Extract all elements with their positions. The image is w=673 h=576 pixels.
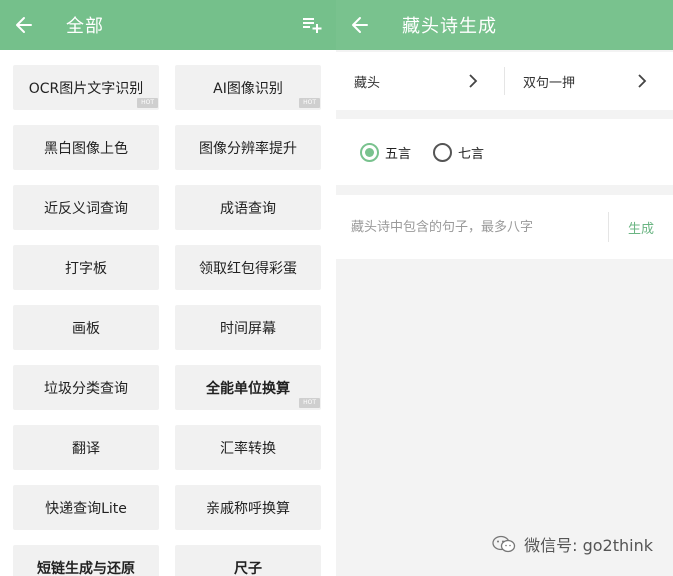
- tool-tile-label: 尺子: [234, 560, 262, 576]
- tool-tile[interactable]: 画板: [13, 305, 159, 350]
- tool-tile[interactable]: 亲戚称呼换算: [175, 485, 321, 530]
- selector-label: 藏头: [354, 75, 381, 91]
- tool-tile[interactable]: 快递查询Lite: [13, 485, 159, 530]
- radio-unchecked-icon: [433, 142, 453, 162]
- tool-tile[interactable]: 成语查询: [175, 185, 321, 230]
- input-row: 生成: [336, 195, 673, 259]
- radio-checked-icon: [360, 142, 379, 162]
- selector-label: 双句一押: [523, 75, 576, 91]
- tool-tile-label: 领取红包得彩蛋: [199, 260, 297, 277]
- tool-tile-label: 图像分辨率提升: [199, 140, 297, 157]
- option-selector-row: 藏头 双句一押: [336, 52, 673, 110]
- tool-tile-label: 时间屏幕: [220, 320, 276, 337]
- tool-tile-label: 快递查询Lite: [45, 500, 127, 517]
- tool-grid: OCR图片文字识别 HOT AI图像识别 HOT 黑白图像上色 图像分辨率提升 近反义词查询…: [13, 65, 321, 576]
- hot-badge: HOT: [299, 98, 320, 108]
- tool-tile-label: 短链生成与还原: [37, 560, 135, 576]
- tool-tile[interactable]: 汇率转换: [175, 425, 321, 470]
- left-appbar: 全部: [0, 0, 336, 50]
- radio-label: 五言: [385, 146, 412, 162]
- generate-button[interactable]: 生成: [609, 195, 673, 259]
- tool-tile-label: 黑白图像上色: [44, 140, 128, 157]
- hot-badge: HOT: [299, 398, 320, 408]
- tool-tile[interactable]: 垃圾分类查询: [13, 365, 159, 410]
- back-arrow-icon[interactable]: [350, 15, 370, 35]
- all-tools-panel: 全部 OCR图片文字识别 HOT AI图像识别 HOT 黑白图像上色 图像分辨率提升 近反义…: [0, 0, 336, 576]
- tool-tile-label: 成语查询: [220, 200, 276, 217]
- radio-five-char[interactable]: 五言: [360, 142, 412, 162]
- tool-tile[interactable]: 时间屏幕: [175, 305, 321, 350]
- tool-tile-label: 亲戚称呼换算: [206, 500, 290, 517]
- screen: 全部 OCR图片文字识别 HOT AI图像识别 HOT 黑白图像上色 图像分辨率提升 近反义…: [0, 0, 673, 576]
- back-arrow-icon[interactable]: [14, 15, 34, 35]
- tool-tile[interactable]: 全能单位换算 HOT: [175, 365, 321, 410]
- tool-tile[interactable]: 尺子: [175, 545, 321, 576]
- acrostic-input[interactable]: [336, 195, 608, 259]
- tool-tile[interactable]: 打字板: [13, 245, 159, 290]
- radio-seven-char[interactable]: 七言: [433, 142, 485, 162]
- tool-tile[interactable]: 黑白图像上色: [13, 125, 159, 170]
- tool-tile-label: 汇率转换: [220, 440, 276, 457]
- tool-tile[interactable]: 短链生成与还原: [13, 545, 159, 576]
- watermark: 微信号: go2think: [492, 532, 653, 556]
- tool-tile[interactable]: AI图像识别 HOT: [175, 65, 321, 110]
- radio-label: 七言: [458, 146, 485, 162]
- tool-tile-label: 垃圾分类查询: [44, 380, 128, 397]
- right-appbar: 藏头诗生成: [336, 0, 673, 50]
- playlist-add-icon[interactable]: [300, 13, 324, 37]
- tool-tile-label: 近反义词查询: [44, 200, 128, 217]
- tool-tile-label: 全能单位换算: [206, 380, 290, 397]
- tool-tile-label: OCR图片文字识别: [28, 80, 144, 97]
- tool-tile-label: 画板: [72, 320, 100, 337]
- tool-tile-label: 打字板: [65, 260, 107, 277]
- tool-tile[interactable]: 近反义词查询: [13, 185, 159, 230]
- page-title: 全部: [66, 16, 104, 37]
- tool-tile[interactable]: 领取红包得彩蛋: [175, 245, 321, 290]
- wechat-icon: [492, 535, 516, 553]
- rhyme-selector[interactable]: 双句一押: [505, 52, 673, 110]
- tool-tile[interactable]: 图像分辨率提升: [175, 125, 321, 170]
- page-title: 藏头诗生成: [402, 16, 497, 37]
- tool-tile-label: 翻译: [72, 440, 100, 457]
- position-selector[interactable]: 藏头: [336, 52, 504, 110]
- tool-tile-label: AI图像识别: [213, 80, 283, 97]
- chevron-right-icon: [638, 74, 647, 88]
- chevron-right-icon: [469, 74, 478, 88]
- hot-badge: HOT: [137, 98, 158, 108]
- watermark-text: 微信号: go2think: [524, 536, 653, 555]
- tool-tile[interactable]: 翻译: [13, 425, 159, 470]
- length-radio-group: 五言 七言: [336, 119, 673, 185]
- tool-tile[interactable]: OCR图片文字识别 HOT: [13, 65, 159, 110]
- acrostic-poem-panel: 藏头诗生成 藏头 双句一押 五言 七言 藏头诗中包含的句子，最多八字 生成 微信…: [336, 0, 673, 576]
